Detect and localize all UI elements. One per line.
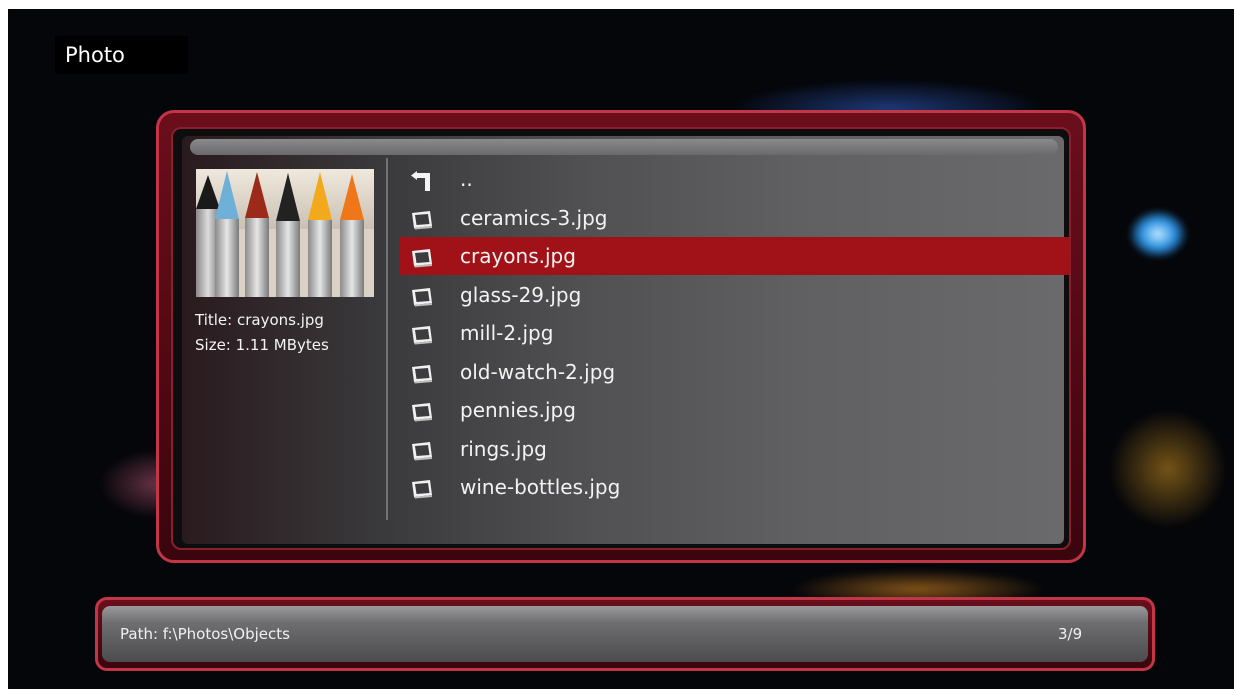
preview-size: Size: 1.11 MBytes: [195, 336, 329, 354]
panel-top-bar: [190, 139, 1058, 155]
back-arrow-icon: [410, 171, 434, 191]
background-glow: [1128, 209, 1188, 259]
file-list-item[interactable]: glass-29.jpg: [408, 280, 1058, 312]
photo-file-icon: [410, 441, 434, 461]
file-name: ..: [460, 167, 473, 191]
file-list-item[interactable]: crayons.jpg: [408, 241, 1058, 273]
photo-file-icon: [410, 248, 434, 268]
photo-file-icon: [410, 287, 434, 307]
file-list-item[interactable]: wine-bottles.jpg: [408, 472, 1058, 504]
file-name: mill-2.jpg: [460, 321, 554, 345]
item-counter: 3/9: [1058, 625, 1083, 643]
photo-file-icon: [410, 364, 434, 384]
panel-divider: [386, 158, 388, 520]
path-label: Path: f:\Photos\Objects: [120, 625, 290, 643]
file-name: wine-bottles.jpg: [460, 475, 621, 499]
photo-file-icon: [410, 402, 434, 422]
photo-file-icon: [410, 325, 434, 345]
file-name: crayons.jpg: [460, 244, 576, 268]
file-name: glass-29.jpg: [460, 282, 582, 307]
preview-title: Title: crayons.jpg: [195, 311, 324, 329]
file-name: pennies.jpg: [460, 398, 576, 422]
parent-folder-item[interactable]: ..: [408, 164, 1058, 196]
photo-thumbnail: [196, 169, 374, 297]
background-glow: [1108, 409, 1228, 529]
file-name: rings.jpg: [460, 436, 547, 461]
photo-file-icon: [410, 210, 434, 230]
file-list-item[interactable]: ceramics-3.jpg: [408, 203, 1058, 235]
file-name: ceramics-3.jpg: [460, 205, 608, 230]
file-list-item[interactable]: old-watch-2.jpg: [408, 357, 1058, 389]
page-title: Photo: [65, 43, 125, 67]
file-list-item[interactable]: rings.jpg: [408, 434, 1058, 466]
photo-file-icon: [410, 479, 434, 499]
file-list-item[interactable]: pennies.jpg: [408, 395, 1058, 427]
file-name: old-watch-2.jpg: [460, 359, 616, 384]
file-list-item[interactable]: mill-2.jpg: [408, 318, 1058, 350]
